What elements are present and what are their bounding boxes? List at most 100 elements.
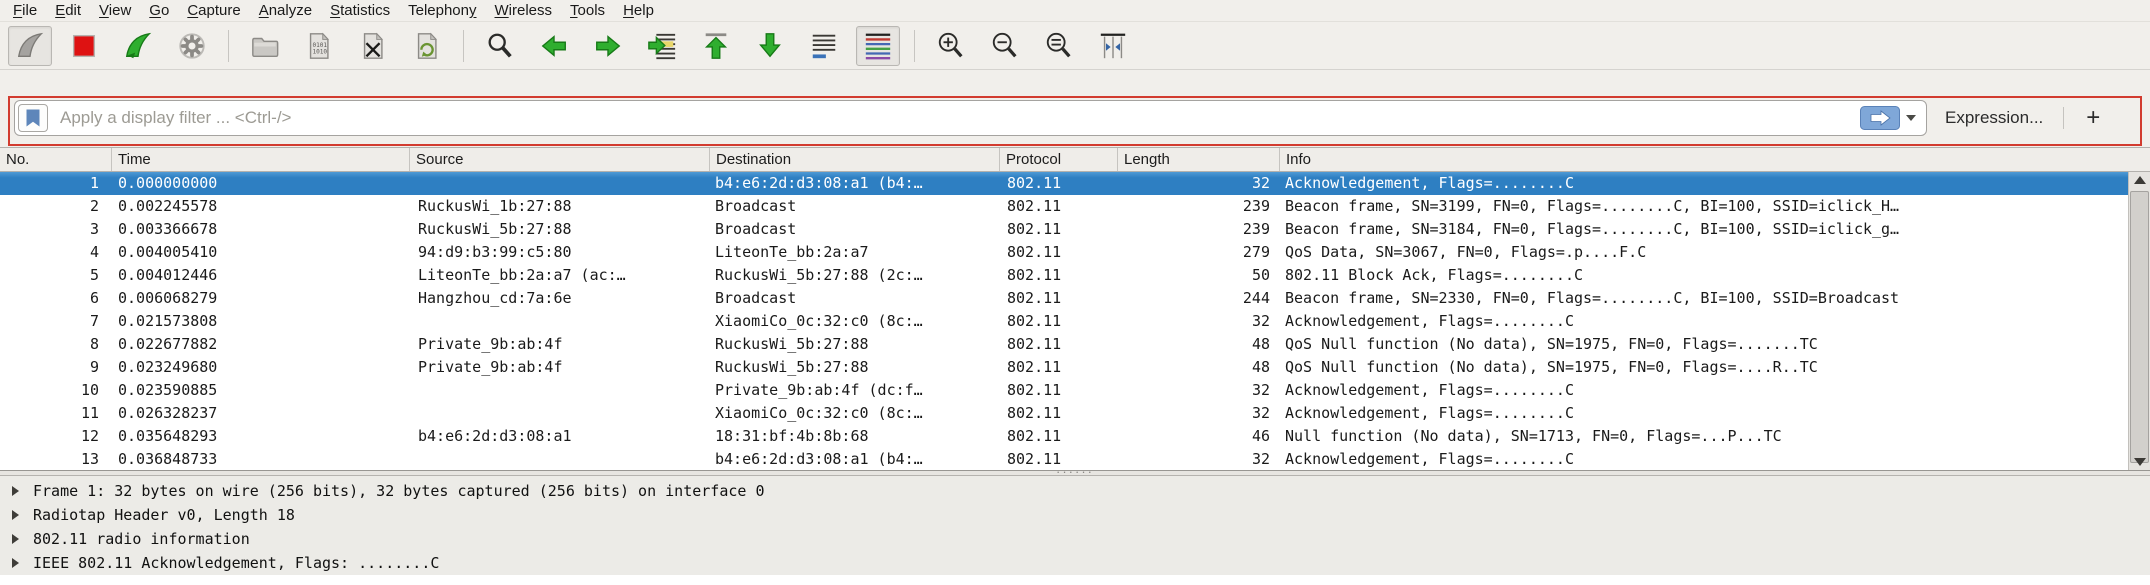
packet-row-1[interactable]: 10.000000000b4:e6:2d:d3:08:a1 (b4:…802.1… <box>0 172 2128 195</box>
column-header-info[interactable]: Info <box>1280 148 2150 171</box>
expand-arrow-icon[interactable] <box>12 486 19 496</box>
menu-file[interactable]: File <box>4 0 46 21</box>
filter-bookmark-button[interactable] <box>18 104 48 132</box>
expand-arrow-icon[interactable] <box>12 558 19 568</box>
resize-columns-button[interactable] <box>1091 26 1135 66</box>
main-toolbar: 01011010 <box>0 22 2150 70</box>
cell-source: Private_9b:ab:4f <box>410 333 710 356</box>
cell-time: 0.036848733 <box>112 448 410 470</box>
reload-file-button[interactable] <box>405 26 449 66</box>
go-back-button[interactable] <box>532 26 576 66</box>
packet-row-4[interactable]: 40.00400541094:d9:b3:99:c5:80LiteonTe_bb… <box>0 241 2128 264</box>
pane-splitter[interactable]: ······ <box>0 470 2150 476</box>
cell-time: 0.000000000 <box>112 172 410 195</box>
expand-arrow-icon[interactable] <box>12 534 19 544</box>
scroll-down-button[interactable] <box>2129 454 2150 470</box>
save-document-icon: 01011010 <box>304 31 334 61</box>
column-header-protocol[interactable]: Protocol <box>1000 148 1118 171</box>
packet-list: 10.000000000 b4:e6:2d:d3:08:a1 (b4:… 802.1… <box>0 172 2150 470</box>
expand-arrow-icon[interactable] <box>12 510 19 520</box>
apply-filter-button[interactable] <box>1860 106 1900 130</box>
add-filter-button[interactable]: + <box>2080 108 2106 128</box>
packet-row-11[interactable]: 110.026328237XiaomiCo_0c:32:c0 (8c:…802.… <box>0 402 2128 425</box>
packet-row-8[interactable]: 80.022677882Private_9b:ab:4fRuckusWi_5b:… <box>0 333 2128 356</box>
vertical-scrollbar[interactable] <box>2128 172 2150 470</box>
colorize-packets-button[interactable] <box>856 26 900 66</box>
arrow-into-lines-icon <box>647 31 677 61</box>
cell-proto: 802.11 <box>1000 172 1118 195</box>
cell-info: Beacon frame, SN=3199, FN=0, Flags=.....… <box>1280 195 2128 218</box>
detail-row-1[interactable]: Frame 1: 32 bytes on wire (256 bits), 32… <box>0 479 2150 503</box>
column-header-length[interactable]: Length <box>1118 148 1280 171</box>
column-header-destination[interactable]: Destination <box>710 148 1000 171</box>
splitter-handle[interactable]: ······ <box>1056 465 1094 479</box>
cell-dest: Broadcast <box>710 287 1000 310</box>
menu-help[interactable]: Help <box>614 0 663 21</box>
stop-capture-button[interactable] <box>62 26 106 66</box>
menu-go[interactable]: Go <box>140 0 178 21</box>
menubar: FileEditViewGoCaptureAnalyzeStatisticsTe… <box>0 0 2150 22</box>
start-capture-button[interactable] <box>8 26 52 66</box>
packet-row-9[interactable]: 90.023249680Private_9b:ab:4fRuckusWi_5b:… <box>0 356 2128 379</box>
go-forward-button[interactable] <box>586 26 630 66</box>
filter-separator <box>2063 107 2064 129</box>
close-document-icon <box>358 31 388 61</box>
cell-source: Private_9b:ab:4f <box>410 356 710 379</box>
zoom-in-icon <box>936 31 966 61</box>
cell-no: 1 <box>0 172 112 195</box>
display-filter-input[interactable] <box>48 108 1860 128</box>
cell-proto: 802.11 <box>1000 402 1118 425</box>
open-file-button[interactable] <box>243 26 287 66</box>
column-header-no[interactable]: No. <box>0 148 112 171</box>
packet-row-2[interactable]: 20.002245578RuckusWi_1b:27:88Broadcast80… <box>0 195 2128 218</box>
detail-row-4[interactable]: IEEE 802.11 Acknowledgement, Flags: ....… <box>0 551 2150 575</box>
go-to-last-packet-button[interactable] <box>748 26 792 66</box>
detail-row-2[interactable]: Radiotap Header v0, Length 18 <box>0 503 2150 527</box>
cell-no: 13 <box>0 448 112 470</box>
display-filter-box[interactable] <box>14 100 1927 136</box>
zoom-out-button[interactable] <box>983 26 1027 66</box>
menu-analyze[interactable]: Analyze <box>250 0 321 21</box>
go-to-first-packet-button[interactable] <box>694 26 738 66</box>
auto-scroll-button[interactable] <box>802 26 846 66</box>
menu-view[interactable]: View <box>90 0 140 21</box>
cell-source: RuckusWi_5b:27:88 <box>410 218 710 241</box>
packet-row-12[interactable]: 120.035648293b4:e6:2d:d3:08:a118:31:bf:4… <box>0 425 2128 448</box>
packet-row-7[interactable]: 70.021573808XiaomiCo_0c:32:c0 (8c:…802.1… <box>0 310 2128 333</box>
cell-time: 0.026328237 <box>112 402 410 425</box>
scroll-lines-icon <box>809 31 839 61</box>
toolbar-separator <box>228 30 229 62</box>
go-to-packet-button[interactable] <box>640 26 684 66</box>
cell-dest: b4:e6:2d:d3:08:a1 (b4:… <box>710 448 1000 470</box>
column-header-time[interactable]: Time <box>112 148 410 171</box>
expression-button[interactable]: Expression... <box>1945 108 2043 128</box>
arrow-left-icon <box>539 31 569 61</box>
packet-row-5[interactable]: 50.004012446LiteonTe_bb:2a:a7 (ac:…Rucku… <box>0 264 2128 287</box>
zoom-reset-button[interactable] <box>1037 26 1081 66</box>
packet-row-6[interactable]: 60.006068279Hangzhou_cd:7a:6eBroadcast80… <box>0 287 2128 310</box>
cell-source <box>410 379 710 402</box>
chevron-down-icon[interactable] <box>1906 115 1916 121</box>
menu-edit[interactable]: Edit <box>46 0 90 21</box>
capture-options-button[interactable] <box>170 26 214 66</box>
restart-capture-button[interactable] <box>116 26 160 66</box>
scrollbar-thumb[interactable] <box>2130 191 2149 463</box>
menu-statistics[interactable]: Statistics <box>321 0 399 21</box>
triangle-up-icon <box>2134 176 2146 184</box>
menu-wireless[interactable]: Wireless <box>486 0 562 21</box>
menu-telephony[interactable]: Telephony <box>399 0 485 21</box>
menu-capture[interactable]: Capture <box>178 0 249 21</box>
column-header-source[interactable]: Source <box>410 148 710 171</box>
menu-tools[interactable]: Tools <box>561 0 614 21</box>
detail-row-3[interactable]: 802.11 radio information <box>0 527 2150 551</box>
cell-len: 32 <box>1118 448 1280 470</box>
save-file-button[interactable]: 01011010 <box>297 26 341 66</box>
packet-row-10[interactable]: 100.023590885Private_9b:ab:4f (dc:f…802.… <box>0 379 2128 402</box>
packet-row-3[interactable]: 30.003366678RuckusWi_5b:27:88Broadcast80… <box>0 218 2128 241</box>
close-file-button[interactable] <box>351 26 395 66</box>
cell-len: 48 <box>1118 356 1280 379</box>
scroll-up-button[interactable] <box>2129 172 2150 188</box>
find-packet-button[interactable] <box>478 26 522 66</box>
zoom-in-button[interactable] <box>929 26 973 66</box>
zoom-reset-icon <box>1044 31 1074 61</box>
